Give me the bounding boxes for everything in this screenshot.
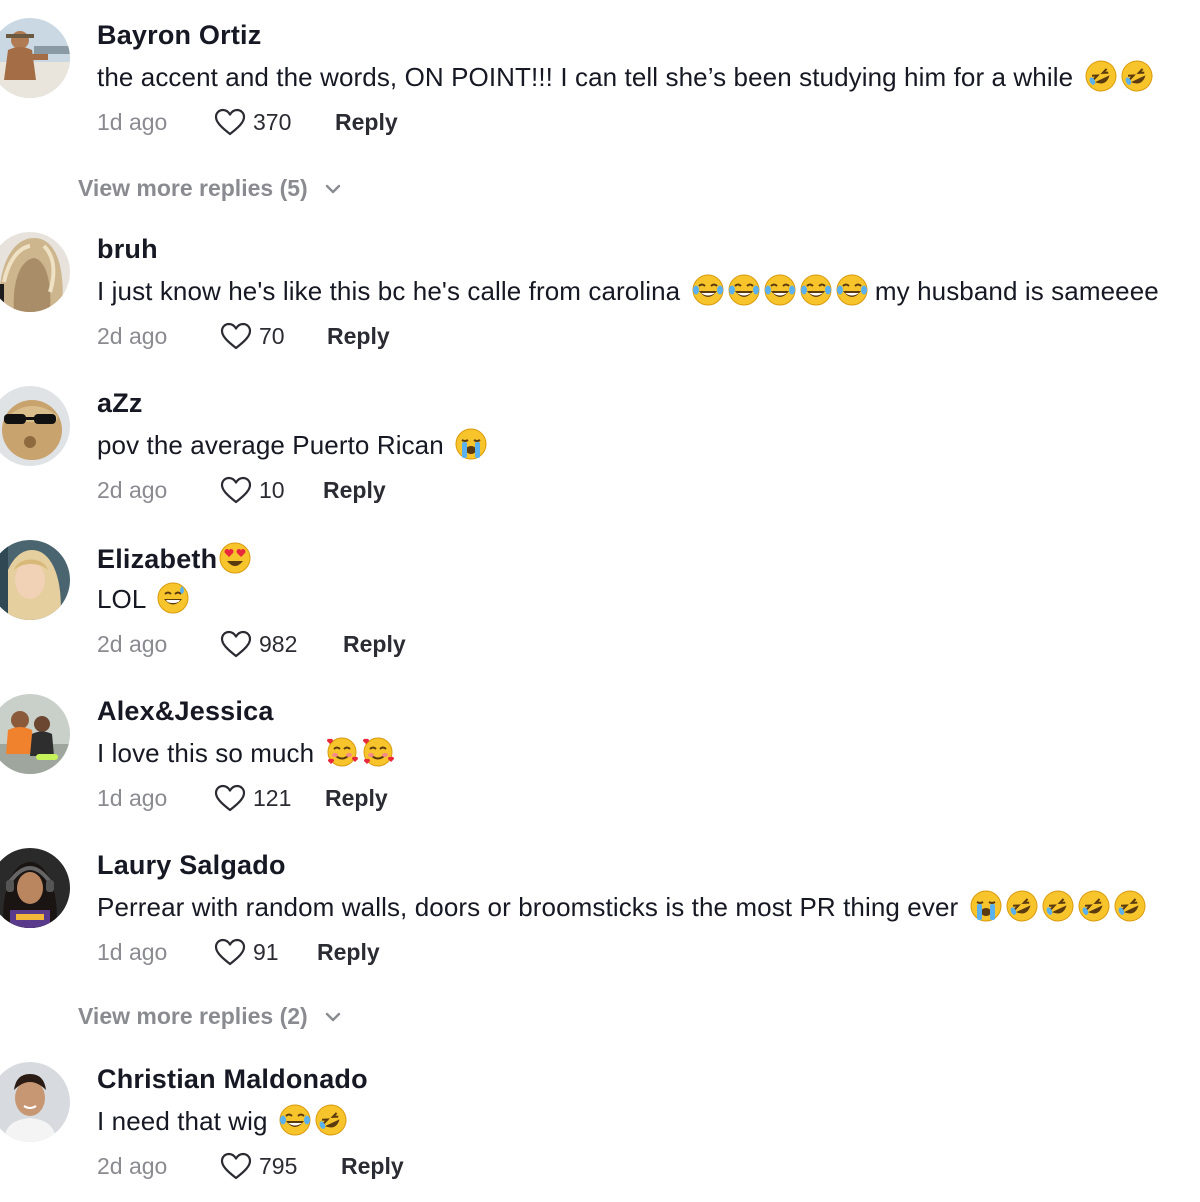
comment-username[interactable]: Christian Maldonado xyxy=(97,1064,368,1095)
comment-item: Elizabeth LOL 2d ago 982 Reply xyxy=(0,540,1200,680)
avatar[interactable] xyxy=(0,1062,70,1142)
heart-icon[interactable] xyxy=(213,936,247,970)
reply-button[interactable]: Reply xyxy=(323,477,386,504)
rofl-emoji xyxy=(1042,890,1074,922)
comment-text: Perrear with random walls, doors or broo… xyxy=(97,890,1146,923)
comment-text-content: pov the average Puerto Rican xyxy=(97,430,444,460)
view-more-replies-button[interactable]: View more replies (5) xyxy=(78,175,344,202)
avatar[interactable] xyxy=(0,18,70,98)
comment-username[interactable]: aZz xyxy=(97,388,143,419)
comment-username-text: Elizabeth xyxy=(97,544,218,574)
comment-text-content: I just know he's like this bc he's calle… xyxy=(97,276,681,306)
heart-icon[interactable] xyxy=(219,474,253,508)
like-count: 370 xyxy=(253,109,292,135)
comment-date: 1d ago xyxy=(97,109,168,135)
view-more-replies-label: View more replies (2) xyxy=(78,1003,308,1029)
rofl-emoji xyxy=(1006,890,1038,922)
reply-button[interactable]: Reply xyxy=(343,631,406,658)
avatar[interactable] xyxy=(0,232,70,312)
chevron-down-icon xyxy=(322,1006,344,1028)
comment-list: Bayron Ortiz the accent and the words, O… xyxy=(0,0,1200,1200)
comment-item: aZz pov the average Puerto Rican 2d ago … xyxy=(0,386,1200,526)
tears-of-joy-emoji xyxy=(836,274,868,306)
rofl-emoji xyxy=(1121,60,1153,92)
tears-of-joy-emoji xyxy=(764,274,796,306)
comment-date: 2d ago xyxy=(97,1153,168,1179)
comment-text-content: the accent and the words, ON POINT!!! I … xyxy=(97,62,1074,92)
chevron-down-icon xyxy=(322,178,344,200)
like-count: 795 xyxy=(259,1153,298,1179)
comment-item: Alex&Jessica I love this so much 1d ago … xyxy=(0,694,1200,834)
loudly-crying-emoji xyxy=(970,890,1002,922)
comment-text: I love this so much xyxy=(97,736,394,769)
comment-username[interactable]: Bayron Ortiz xyxy=(97,20,261,51)
like-count: 91 xyxy=(253,939,279,965)
comment-text-content: I need that wig xyxy=(97,1106,268,1136)
comment-username[interactable]: bruh xyxy=(97,234,158,265)
comment-date: 1d ago xyxy=(97,939,168,965)
reply-button[interactable]: Reply xyxy=(341,1153,404,1180)
smiling-hearts-emoji xyxy=(326,736,358,768)
view-more-replies-button[interactable]: View more replies (2) xyxy=(78,1003,344,1030)
comment-date: 2d ago xyxy=(97,323,168,349)
heart-icon[interactable] xyxy=(219,628,253,662)
comment-item: Bayron Ortiz the accent and the words, O… xyxy=(0,18,1200,158)
comment-item: Laury Salgado Perrear with random walls,… xyxy=(0,848,1200,988)
tears-of-joy-emoji xyxy=(692,274,724,306)
comment-text: pov the average Puerto Rican xyxy=(97,428,487,461)
like-count: 982 xyxy=(259,631,298,657)
comment-date: 2d ago xyxy=(97,631,168,657)
comment-text-content: Perrear with random walls, doors or broo… xyxy=(97,892,959,922)
rofl-emoji xyxy=(1085,60,1117,92)
avatar[interactable] xyxy=(0,386,70,466)
reply-button[interactable]: Reply xyxy=(335,109,398,136)
comment-text: the accent and the words, ON POINT!!! I … xyxy=(97,60,1153,93)
reply-button[interactable]: Reply xyxy=(317,939,380,966)
comment-username[interactable]: Elizabeth xyxy=(97,542,251,575)
like-count: 121 xyxy=(253,785,292,811)
like-count: 10 xyxy=(259,477,285,503)
tears-of-joy-emoji xyxy=(279,1104,311,1136)
comment-item: Christian Maldonado I need that wig 2d a… xyxy=(0,1062,1200,1202)
reply-button[interactable]: Reply xyxy=(325,785,388,812)
avatar[interactable] xyxy=(0,848,70,928)
view-more-replies-label: View more replies (5) xyxy=(78,175,308,201)
comment-text: LOL xyxy=(97,582,189,615)
smiling-hearts-emoji xyxy=(362,736,394,768)
comment-username[interactable]: Alex&Jessica xyxy=(97,696,274,727)
rofl-emoji xyxy=(315,1104,347,1136)
grinning-sweat-emoji xyxy=(157,582,189,614)
avatar[interactable] xyxy=(0,694,70,774)
comment-date: 2d ago xyxy=(97,477,168,503)
comment-text: I need that wig xyxy=(97,1104,347,1137)
like-count: 70 xyxy=(259,323,285,349)
comment-text-content: LOL xyxy=(97,584,146,614)
tears-of-joy-emoji xyxy=(800,274,832,306)
comment-text: I just know he's like this bc he's calle… xyxy=(97,274,1159,307)
comment-item: bruh I just know he's like this bc he's … xyxy=(0,232,1200,372)
comment-date: 1d ago xyxy=(97,785,168,811)
comment-username[interactable]: Laury Salgado xyxy=(97,850,286,881)
loudly-crying-emoji xyxy=(455,428,487,460)
avatar[interactable] xyxy=(0,540,70,620)
comment-text-continued: my husband is sameeee xyxy=(874,276,1159,306)
heart-icon[interactable] xyxy=(213,106,247,140)
heart-icon[interactable] xyxy=(213,782,247,816)
reply-button[interactable]: Reply xyxy=(327,323,390,350)
tears-of-joy-emoji xyxy=(728,274,760,306)
rofl-emoji xyxy=(1114,890,1146,922)
heart-icon[interactable] xyxy=(219,320,253,354)
comment-text-content: I love this so much xyxy=(97,738,315,768)
rofl-emoji xyxy=(1078,890,1110,922)
heart-eyes-emoji xyxy=(219,542,251,574)
heart-icon[interactable] xyxy=(219,1150,253,1184)
